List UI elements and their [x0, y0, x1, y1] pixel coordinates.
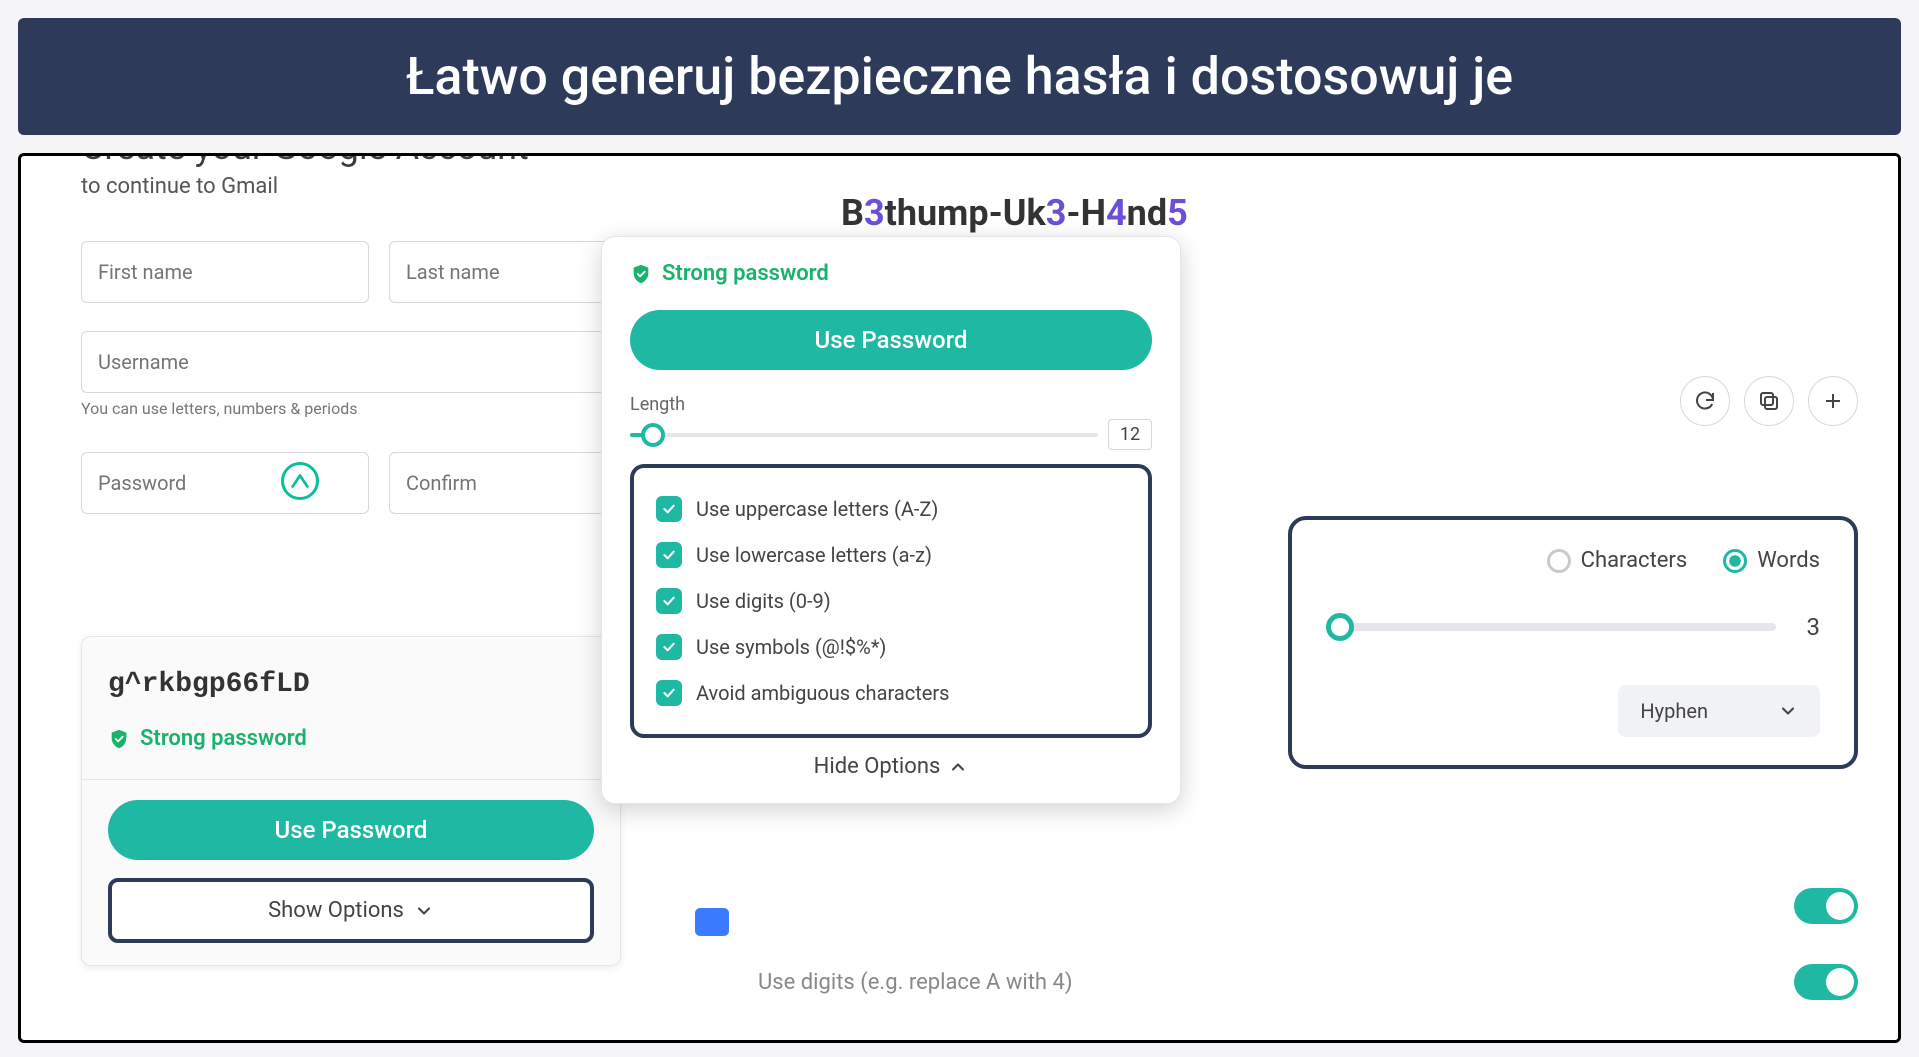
generated-password-small: g^rkbgp66fLD — [82, 659, 620, 726]
option-uppercase[interactable]: Use uppercase letters (A-Z) — [650, 486, 1132, 532]
separator-value: Hyphen — [1640, 699, 1708, 723]
username-hint: You can use letters, numbers & periods — [81, 399, 641, 418]
use-password-button[interactable]: Use Password — [108, 800, 594, 860]
radio-words[interactable]: Words — [1723, 548, 1820, 573]
toggle-1[interactable] — [1794, 888, 1858, 924]
show-password-toggle[interactable] — [695, 908, 729, 936]
username-field[interactable] — [81, 331, 641, 393]
show-options-button[interactable]: Show Options — [108, 878, 594, 943]
password-popup-big: Strong password Use Password Length 12 U… — [601, 236, 1181, 804]
extra-toggles: Use digits (e.g. replace A with 4) — [758, 868, 1858, 1020]
refresh-icon — [1693, 389, 1717, 413]
checkbox-checked-icon — [656, 588, 682, 614]
password-field[interactable] — [81, 452, 369, 514]
hide-options-label: Hide Options — [814, 754, 941, 779]
checkbox-checked-icon — [656, 680, 682, 706]
show-options-label: Show Options — [268, 898, 404, 923]
length-slider[interactable] — [630, 433, 1098, 437]
checkbox-checked-icon — [656, 496, 682, 522]
toggle-use-digits[interactable] — [1794, 964, 1858, 1000]
word-count-slider[interactable] — [1326, 623, 1776, 631]
option-symbols[interactable]: Use symbols (@!$%*) — [650, 624, 1132, 670]
shield-icon — [108, 728, 130, 750]
checkbox-checked-icon — [656, 634, 682, 660]
radio-characters-label: Characters — [1581, 548, 1688, 573]
option-label: Use lowercase letters (a-z) — [696, 543, 932, 567]
copy-button[interactable] — [1744, 376, 1794, 426]
copy-icon — [1757, 389, 1781, 413]
options-frame: Use uppercase letters (A-Z) Use lowercas… — [630, 464, 1152, 738]
option-label: Avoid ambiguous characters — [696, 681, 949, 705]
password-popup-small: g^rkbgp66fLD Strong password Use Passwor… — [81, 636, 621, 966]
length-value[interactable]: 12 — [1108, 419, 1152, 450]
option-digits[interactable]: Use digits (0-9) — [650, 578, 1132, 624]
use-digits-label: Use digits (e.g. replace A with 4) — [758, 970, 1073, 995]
google-subtitle: to continue to Gmail — [81, 174, 641, 199]
option-label: Use digits (0-9) — [696, 589, 831, 613]
first-name-field[interactable] — [81, 241, 369, 303]
length-label: Length — [630, 394, 1152, 415]
hide-options-button[interactable]: Hide Options — [630, 754, 1152, 779]
word-options-frame: Characters Words 3 Hyphen — [1288, 516, 1858, 769]
use-password-button[interactable]: Use Password — [630, 310, 1152, 370]
google-signup-form: Create your Google Account to continue t… — [81, 153, 641, 542]
option-label: Use symbols (@!$%*) — [696, 635, 886, 659]
chevron-down-icon — [1778, 701, 1798, 721]
radio-characters[interactable]: Characters — [1547, 548, 1688, 573]
google-title: Create your Google Account — [81, 153, 641, 168]
shield-icon — [630, 263, 652, 285]
strong-password-label: Strong password — [140, 726, 307, 751]
option-lowercase[interactable]: Use lowercase letters (a-z) — [650, 532, 1132, 578]
chevron-up-icon — [948, 757, 968, 777]
radio-words-label: Words — [1757, 548, 1820, 573]
word-count-value: 3 — [1796, 613, 1820, 641]
separator-select[interactable]: Hyphen — [1618, 685, 1820, 737]
generated-password-words: B3thump-Uk3-H4nd5 — [841, 192, 1858, 236]
headline-banner: Łatwo generuj bezpieczne hasła i dostoso… — [18, 18, 1901, 135]
add-button[interactable] — [1808, 376, 1858, 426]
option-avoid-ambiguous[interactable]: Avoid ambiguous characters — [650, 670, 1132, 716]
checkbox-checked-icon — [656, 542, 682, 568]
regenerate-button[interactable] — [1680, 376, 1730, 426]
radio-unchecked-icon — [1547, 549, 1571, 573]
nordpass-icon[interactable] — [281, 462, 319, 500]
option-label: Use uppercase letters (A-Z) — [696, 497, 938, 521]
radio-checked-icon — [1723, 549, 1747, 573]
strong-password-label: Strong password — [662, 261, 829, 286]
plus-icon — [1821, 389, 1845, 413]
chevron-down-icon — [414, 901, 434, 921]
screenshot-stage: Create your Google Account to continue t… — [18, 153, 1901, 1043]
